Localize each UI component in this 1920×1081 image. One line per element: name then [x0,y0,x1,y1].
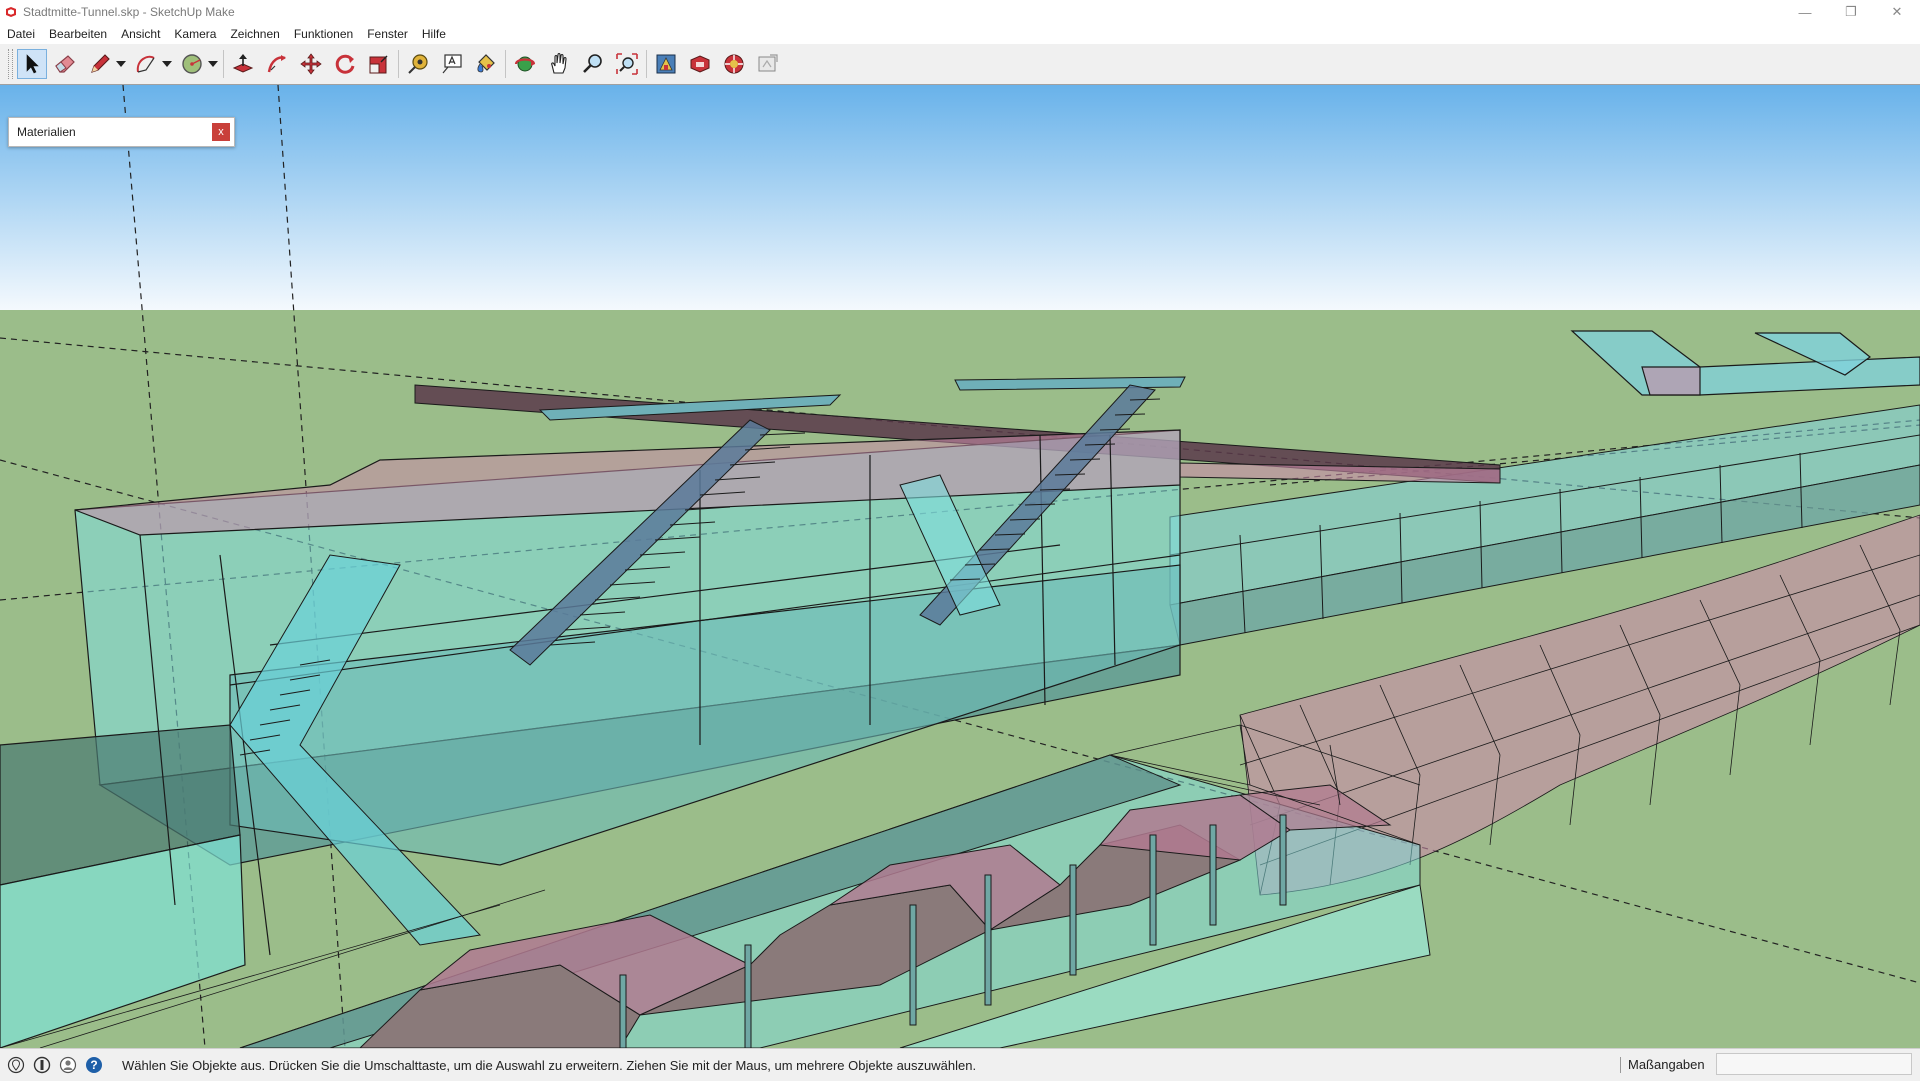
menu-datei[interactable]: Datei [0,24,42,44]
sky [0,85,1920,310]
extension-icon [690,55,710,73]
line-tool[interactable] [85,49,115,79]
extension-tool[interactable] [685,49,715,79]
toolbar-strip [8,47,787,81]
materials-panel[interactable]: Materialien x [8,117,235,147]
paint-bucket-icon [477,54,495,73]
help-icon: ? [86,1057,102,1073]
warehouse-icon [656,54,676,74]
text-tool[interactable] [437,49,467,79]
layout-icon [758,54,778,72]
chevron-down-icon [162,61,172,67]
toolbar-separator [646,50,647,78]
status-separator [1620,1057,1621,1073]
select-tool[interactable] [17,49,47,79]
circle-icon [182,54,202,74]
orbit-tool[interactable] [510,49,540,79]
zoom-extents-tool[interactable] [612,49,642,79]
close-icon: x [218,126,224,138]
menu-hilfe[interactable]: Hilfe [415,24,453,44]
follow-me-tool[interactable] [262,49,292,79]
paint-bucket-tool[interactable] [471,49,501,79]
line-tool-dropdown[interactable] [115,49,127,79]
magnifier-icon [583,54,602,73]
help-button[interactable]: ? [84,1055,104,1075]
user-button[interactable] [58,1055,78,1075]
toolbar [0,44,1920,85]
credits-button[interactable] [32,1055,52,1075]
restore-icon: ❐ [1845,4,1857,19]
close-window-button[interactable]: ✕ [1874,0,1920,24]
chevron-down-icon [208,61,218,67]
measurements-label: Maßangaben [1628,1057,1705,1072]
restore-button[interactable]: ❐ [1828,0,1874,24]
menu-ansicht[interactable]: Ansicht [114,24,167,44]
eraser-tool[interactable] [51,49,81,79]
tape-measure-tool[interactable] [403,49,433,79]
text-icon [442,54,462,74]
materials-close-button[interactable]: x [212,123,230,141]
arc-tool-dropdown[interactable] [161,49,173,79]
help-glyph: ? [90,1058,97,1072]
scale-icon [369,55,388,74]
menu-kamera[interactable]: Kamera [167,24,223,44]
pencil-icon [91,54,110,73]
toolbar-grip[interactable] [8,49,13,79]
minimize-button[interactable]: — [1782,0,1828,24]
zoom-tool[interactable] [578,49,608,79]
follow-me-icon [267,55,286,73]
push-pull-tool[interactable] [228,49,258,79]
menu-bearbeiten[interactable]: Bearbeiten [42,24,114,44]
rotate-icon [335,54,355,74]
minimize-icon: — [1798,4,1812,20]
sketchup-icon [6,7,16,17]
menu-funktionen[interactable]: Funktionen [287,24,360,44]
window-controls: — ❐ ✕ [1782,0,1920,24]
eraser-icon [55,55,75,73]
toolbar-separator [398,50,399,78]
pan-tool[interactable] [544,49,574,79]
toolbar-separator [505,50,506,78]
arc-tool[interactable] [131,49,161,79]
move-tool[interactable] [296,49,326,79]
menu-fenster[interactable]: Fenster [360,24,415,44]
model-scene[interactable] [0,85,1920,1048]
window-title: Stadtmitte-Tunnel.skp - SketchUp Make [23,5,235,19]
close-icon: ✕ [1891,4,1903,19]
user-icon [59,1056,77,1074]
zoom-extents-icon [616,53,638,75]
shape-tool[interactable] [177,49,207,79]
menu-zeichnen[interactable]: Zeichnen [223,24,286,44]
push-pull-icon [232,54,254,73]
toolbar-separator [223,50,224,78]
scale-tool[interactable] [364,49,394,79]
extension-warehouse-tool[interactable] [719,49,749,79]
rotate-tool[interactable] [330,49,360,79]
chevron-down-icon [116,61,126,67]
credits-icon [33,1056,51,1074]
status-message: Wählen Sie Objekte aus. Drücken Sie die … [122,1057,977,1073]
geo-location-icon [7,1056,25,1074]
warehouse-tool[interactable] [651,49,681,79]
model-viewport[interactable] [0,85,1920,1048]
title-bar: Stadtmitte-Tunnel.skp - SketchUp Make — … [0,0,1920,24]
arrow-cursor-icon [26,54,39,74]
materials-panel-title[interactable]: Materialien [17,125,212,139]
status-bar: ? Wählen Sie Objekte aus. Drücken Sie di… [0,1048,1920,1081]
orbit-icon [514,56,536,72]
menu-bar: Datei Bearbeiten Ansicht Kamera Zeichnen… [0,24,1920,44]
move-icon [300,53,322,75]
measurements-field[interactable] [1716,1053,1912,1075]
shape-tool-dropdown[interactable] [207,49,219,79]
geo-location-button[interactable] [6,1055,26,1075]
layout-tool[interactable] [753,49,783,79]
arc-icon [136,55,155,73]
extension-warehouse-icon [724,54,744,74]
hand-icon [551,52,567,74]
tape-measure-icon [408,54,428,74]
